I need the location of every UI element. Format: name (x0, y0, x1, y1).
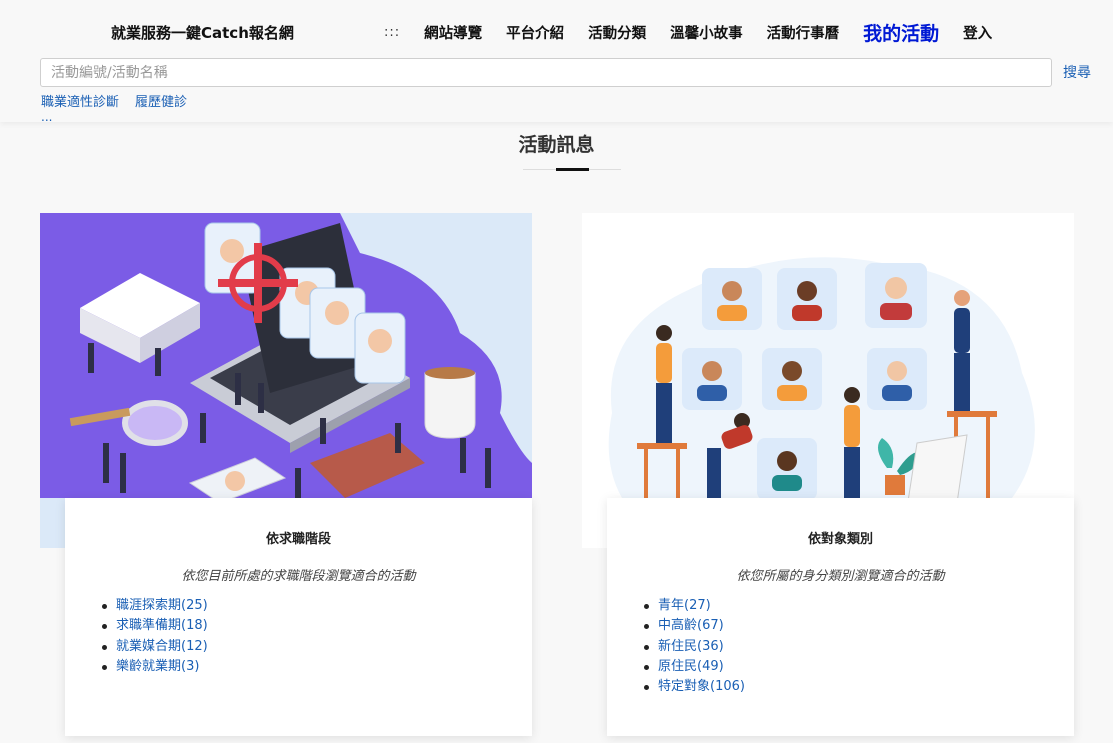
list-item[interactable]: 職涯探索期(25) (100, 596, 208, 616)
resume-review-link[interactable]: 履歷健診 (135, 91, 187, 110)
career-aptitude-link[interactable]: 職業適性診斷 (41, 91, 119, 110)
card-description: 依您所屬的身分類別瀏覽適合的活動 (736, 569, 945, 584)
quick-links: 職業適性診斷 履歷健診 (41, 91, 203, 110)
list-item[interactable]: 新住民(36) (642, 637, 745, 657)
search-input[interactable] (40, 58, 1052, 87)
site-header: 就業服務一鍵Catch報名網 ::: 網站導覽 平台介紹 活動分類 溫馨小故事 … (0, 0, 1113, 124)
card-heading[interactable]: 依對象類別 (607, 528, 1074, 547)
nav-site-map[interactable]: 網站導覽 (424, 22, 482, 43)
title-divider-accent (556, 168, 589, 171)
section-title: 活動訊息 (518, 134, 595, 156)
job-stage-list: 職涯探索期(25) 求職準備期(18) 就業媒合期(12) 樂齡就業期(3) (100, 596, 208, 677)
card-heading[interactable]: 依求職階段 (65, 528, 532, 547)
nav-warm-stories[interactable]: 溫馨小故事 (670, 22, 743, 43)
nav-platform-intro[interactable]: 平台介紹 (506, 22, 564, 43)
list-item[interactable]: 特定對象(106) (642, 677, 745, 697)
target-group-card: 依對象類別 依您所屬的身分類別瀏覽適合的活動 青年(27) 中高齡(67) 新住… (607, 498, 1074, 736)
list-item[interactable]: 青年(27) (642, 596, 745, 616)
search-button[interactable]: 搜尋 (1063, 62, 1091, 82)
nav-activity-calendar[interactable]: 活動行事曆 (767, 22, 840, 43)
list-item[interactable]: 中高齡(67) (642, 616, 745, 636)
list-item[interactable]: 原住民(49) (642, 657, 745, 677)
main-nav: ::: 網站導覽 平台介紹 活動分類 溫馨小故事 活動行事曆 我的活動 登入 (384, 18, 992, 46)
accessibility-anchor-link[interactable]: ::: (384, 25, 400, 40)
list-item[interactable]: 樂齡就業期(3) (100, 657, 208, 677)
card-description: 依您目前所處的求職階段瀏覽適合的活動 (181, 569, 416, 584)
target-group-list: 青年(27) 中高齡(67) 新住民(36) 原住民(49) 特定對象(106) (642, 596, 745, 697)
job-stage-card: 依求職階段 依您目前所處的求職階段瀏覽適合的活動 職涯探索期(25) 求職準備期… (65, 498, 532, 736)
nav-login[interactable]: 登入 (963, 22, 992, 43)
nav-my-activities[interactable]: 我的活動 (863, 19, 939, 46)
site-title[interactable]: 就業服務一鍵Catch報名網 (111, 22, 294, 43)
nav-activity-categories[interactable]: 活動分類 (588, 22, 646, 43)
more-link[interactable]: ... (41, 110, 52, 124)
list-item[interactable]: 就業媒合期(12) (100, 637, 208, 657)
list-item[interactable]: 求職準備期(18) (100, 616, 208, 636)
